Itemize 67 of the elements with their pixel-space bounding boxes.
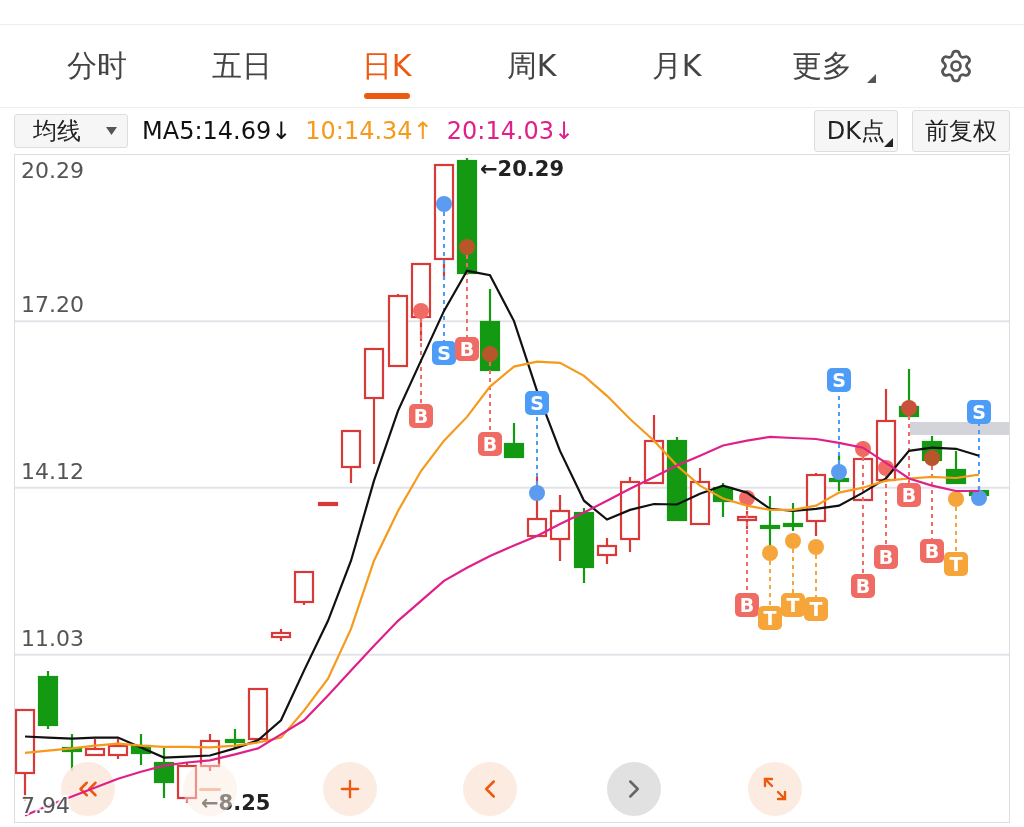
signal-dot: [831, 464, 847, 480]
moving-average-value: 20:14.03↓: [446, 117, 575, 145]
corner-triangle-icon: [867, 74, 876, 83]
signal-badge: T: [781, 593, 805, 617]
candlestick: [503, 423, 525, 459]
signal-badge: S: [827, 368, 851, 392]
candlestick: [199, 734, 221, 771]
signal-dot: [739, 490, 755, 506]
candlestick: [293, 570, 315, 605]
candlestick: [549, 495, 571, 561]
signal-dot: [971, 490, 987, 506]
signal-badge: B: [735, 593, 759, 617]
max-price-label: 20.29: [21, 158, 84, 183]
tab[interactable]: 月K: [604, 25, 749, 107]
signal-badge: B: [478, 432, 502, 456]
signal-dot: [948, 491, 964, 507]
signal-dot: [436, 196, 452, 212]
signal-dot: [808, 539, 824, 555]
price-axis-label: 11.03: [21, 625, 84, 651]
signal-dot: [855, 441, 871, 457]
signal-dot: [762, 545, 778, 561]
chart-control-button[interactable]: [463, 762, 517, 816]
indicator-select[interactable]: 均线: [14, 114, 128, 148]
chart-control-button[interactable]: [748, 762, 802, 816]
tab[interactable]: 周K: [459, 25, 604, 107]
settings-icon[interactable]: [938, 48, 974, 84]
tab[interactable]: 分时: [24, 25, 169, 107]
signal-badge: T: [944, 552, 968, 576]
price-axis-label: 14.12: [21, 458, 84, 484]
signal-dot: [529, 485, 545, 501]
price-axis-label: 17.20: [21, 292, 84, 318]
signal-badge: T: [804, 597, 828, 621]
tab[interactable]: 五日: [169, 25, 314, 107]
toolbar-button[interactable]: DK点: [813, 110, 898, 152]
signal-dot: [878, 460, 894, 476]
toolbar-button[interactable]: 前复权: [912, 110, 1010, 152]
signal-badge: B: [897, 483, 921, 507]
candlestick: [643, 415, 665, 485]
signal-badge: S: [525, 391, 549, 415]
signal-dot: [901, 400, 917, 416]
chart-control-button[interactable]: [323, 762, 377, 816]
high-price-label: ←20.29: [480, 157, 565, 181]
dropdown-caret-icon: [106, 127, 117, 135]
signal-dot: [459, 239, 475, 255]
signal-badge: B: [920, 539, 944, 563]
signal-badge: B: [851, 574, 875, 598]
signal-badge: T: [758, 606, 782, 630]
signal-badge: B: [455, 337, 479, 361]
signal-dot: [413, 303, 429, 319]
candlestick: [270, 629, 292, 641]
expand-arrows-icon: [762, 776, 788, 802]
moving-average-value: MA5:14.69↓: [142, 117, 292, 145]
signal-badge: B: [874, 545, 898, 569]
signal-dot: [924, 450, 940, 466]
signal-dot: [785, 533, 801, 549]
signal-badge: B: [409, 404, 433, 428]
signal-dot: [482, 346, 498, 362]
corner-triangle-icon: [884, 138, 893, 147]
low-price-label: ←8.25: [201, 791, 271, 815]
tab[interactable]: 更多: [749, 25, 894, 107]
signal-badge: S: [432, 341, 456, 365]
moving-average-value: 10:14.34↑: [305, 117, 433, 145]
candlestick: [317, 501, 339, 507]
minus-icon: [199, 787, 221, 791]
candlestick: [176, 763, 198, 803]
candlestick: [526, 477, 548, 538]
signal-badge: S: [967, 400, 991, 424]
